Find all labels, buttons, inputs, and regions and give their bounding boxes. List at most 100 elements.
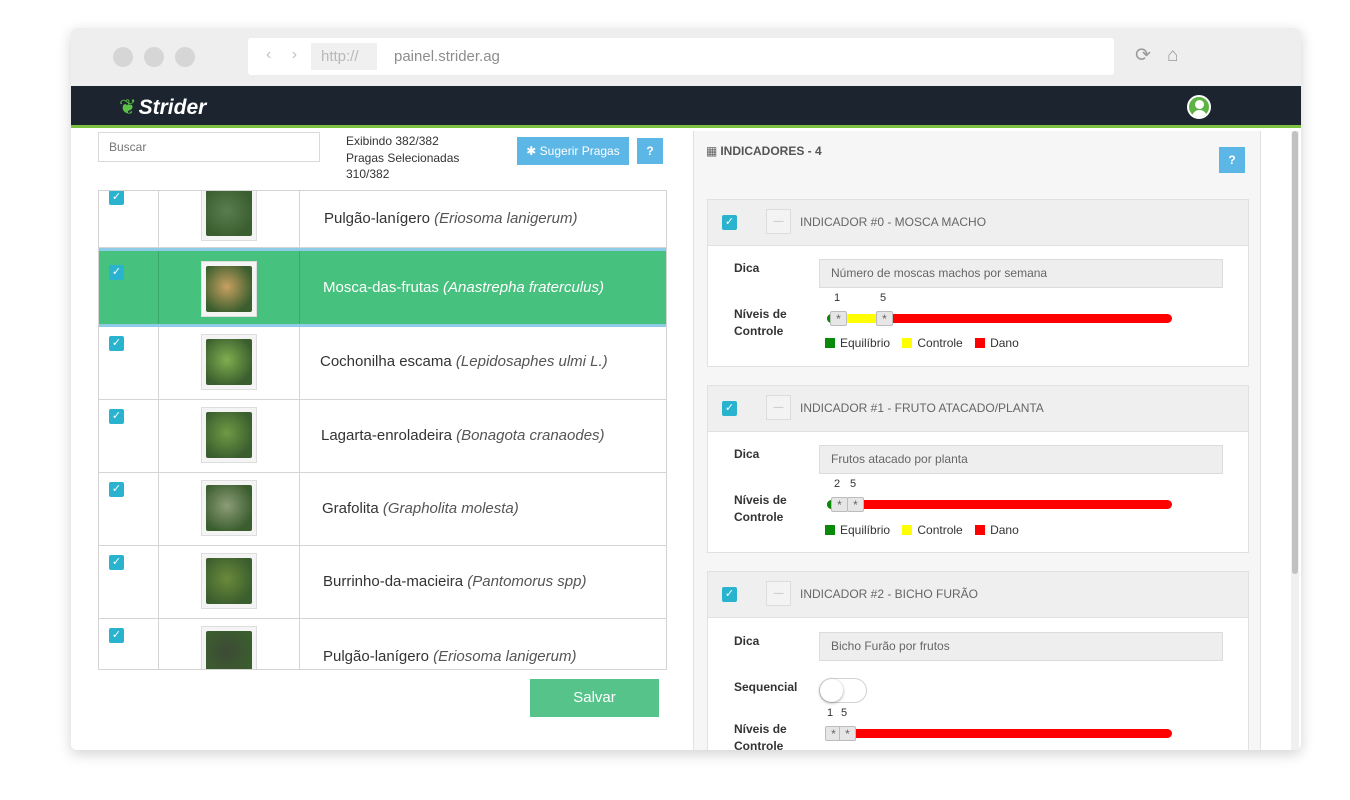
back-forward-icon[interactable]: ‹ › <box>266 46 305 64</box>
grid-icon: ▦ <box>706 144 718 158</box>
control-levels-slider[interactable]: * * 1 5 <box>827 292 1172 326</box>
app-header: ❦Strider <box>71 86 1301 128</box>
bug-icon: ✱ <box>526 144 537 158</box>
hint-label: Dica <box>734 261 760 275</box>
damage-range <box>825 729 1172 738</box>
pest-thumbnail <box>201 553 257 609</box>
slider-handle-min[interactable]: * <box>831 497 848 512</box>
indicator-checkbox[interactable]: ✓ <box>722 215 737 230</box>
damage-range <box>827 500 1172 509</box>
levels-label: Níveis de Controle <box>734 307 787 338</box>
hint-field[interactable]: Número de moscas machos por semana <box>819 259 1223 288</box>
indicator-checkbox[interactable]: ✓ <box>722 587 737 602</box>
table-row[interactable]: ✓ Lagarta-enroladeira (Bonagota cranaode… <box>99 400 666 473</box>
levels-legend: Equilíbrio Controle Dano <box>825 523 1028 537</box>
pest-name: Grafolita (Grapholita molesta) <box>322 500 519 517</box>
row-checkbox[interactable]: ✓ <box>109 191 124 205</box>
hint-label: Dica <box>734 447 760 461</box>
pest-thumbnail <box>201 480 257 536</box>
pest-name: Lagarta-enroladeira (Bonagota cranaodes) <box>321 427 605 444</box>
hint-field[interactable]: Frutos atacado por planta <box>819 445 1223 474</box>
levels-label: Níveis de Controle <box>734 493 787 524</box>
table-row-selected[interactable]: ✓ Mosca-das-frutas (Anastrepha fratercul… <box>99 248 666 327</box>
indicator-title: INDICADOR #2 - BICHO FURÃO <box>800 587 979 601</box>
reload-icon[interactable]: ⟳ <box>1135 46 1151 66</box>
min-level: 2 <box>834 478 841 490</box>
row-checkbox[interactable]: ✓ <box>109 628 124 643</box>
pest-name: Burrinho-da-macieira (Pantomorus spp) <box>323 573 587 590</box>
indicator-card: ✓ — INDICADOR #1 - FRUTO ATACADO/PLANTA … <box>707 385 1249 553</box>
url-protocol: http:// <box>311 43 377 70</box>
collapse-button[interactable]: — <box>766 581 791 606</box>
min-level: 1 <box>827 707 834 719</box>
sequential-label: Sequencial <box>734 680 798 694</box>
suggest-pests-label: Sugerir Pragas <box>539 144 620 158</box>
vertical-scrollbar[interactable] <box>1291 131 1299 750</box>
sequential-toggle[interactable] <box>819 678 867 703</box>
collapse-button[interactable]: — <box>766 209 791 234</box>
row-checkbox[interactable]: ✓ <box>109 265 124 280</box>
max-level: 5 <box>850 478 857 490</box>
indicators-title: INDICADORES - 4 <box>720 144 822 158</box>
table-row[interactable]: ✓ Pulgão-lanígero (Eriosoma lanigerum) <box>99 191 666 248</box>
slider-handle-max[interactable]: * <box>847 497 864 512</box>
max-level: 5 <box>880 292 887 304</box>
hint-label: Dica <box>734 634 760 648</box>
indicator-title: INDICADOR #0 - MOSCA MACHO <box>800 215 987 229</box>
window-minimize-dot[interactable] <box>144 47 164 67</box>
user-avatar[interactable] <box>1187 95 1211 119</box>
save-button[interactable]: Salvar <box>530 679 659 717</box>
row-checkbox[interactable]: ✓ <box>109 555 124 570</box>
min-level: 1 <box>834 292 841 304</box>
logo-text: Strider <box>138 96 207 119</box>
hint-field[interactable]: Bicho Furão por frutos <box>819 632 1223 661</box>
pests-table: ✓ Pulgão-lanígero (Eriosoma lanigerum) ✓… <box>98 190 667 670</box>
table-row[interactable]: ✓ Burrinho-da-macieira (Pantomorus spp) <box>99 546 666 619</box>
pest-name: Mosca-das-frutas (Anastrepha fraterculus… <box>323 279 604 296</box>
table-row[interactable]: ✓ Grafolita (Grapholita molesta) <box>99 473 666 546</box>
pest-thumbnail <box>201 626 257 669</box>
pest-thumbnail <box>201 191 257 241</box>
row-checkbox[interactable]: ✓ <box>109 336 124 351</box>
home-icon[interactable]: ⌂ <box>1167 46 1178 66</box>
suggest-pests-button[interactable]: ✱ Sugerir Pragas <box>517 137 629 165</box>
selected-label: Pragas Selecionadas <box>346 150 460 165</box>
pest-thumbnail <box>201 334 257 390</box>
window-close-dot[interactable] <box>113 47 133 67</box>
max-level: 5 <box>841 707 848 719</box>
control-levels-slider[interactable]: * * 1 5 <box>825 707 1172 741</box>
levels-legend: Equilíbrio Controle Dano <box>825 336 1028 350</box>
indicators-help-button[interactable]: ? <box>1219 147 1245 173</box>
slider-handle-max[interactable]: * <box>839 726 856 741</box>
pest-thumbnail <box>201 407 257 463</box>
control-levels-slider[interactable]: * * 2 5 <box>827 478 1172 512</box>
selected-count: 310/382 <box>346 167 390 181</box>
row-checkbox[interactable]: ✓ <box>109 482 124 497</box>
pest-name: Cochonilha escama (Lepidosaphes ulmi L.) <box>320 353 608 370</box>
indicators-panel: ▦ INDICADORES - 4 ? ✓ — INDICADOR #0 - MO… <box>693 131 1261 750</box>
showing-count: Exibindo 382/382 Pragas Selecionadas 310… <box>346 133 459 183</box>
pest-name: Pulgão-lanígero (Eriosoma lanigerum) <box>324 210 578 227</box>
address-bar[interactable]: ‹ › http:// painel.strider.ag <box>248 38 1114 75</box>
indicator-card: ✓ — INDICADOR #2 - BICHO FURÃO Dica Bich… <box>707 571 1249 750</box>
url-text[interactable]: painel.strider.ag <box>394 38 500 75</box>
help-button[interactable]: ? <box>637 138 663 164</box>
slider-handle-min[interactable]: * <box>830 311 847 326</box>
indicators-header: ▦ INDICADORES - 4 <box>706 144 822 158</box>
row-checkbox[interactable]: ✓ <box>109 409 124 424</box>
table-row[interactable]: ✓ Pulgão-lanígero (Eriosoma lanigerum) <box>99 619 666 669</box>
strider-logo[interactable]: ❦Strider <box>119 95 206 120</box>
table-row[interactable]: ✓ Cochonilha escama (Lepidosaphes ulmi L… <box>99 327 666 400</box>
indicator-checkbox[interactable]: ✓ <box>722 401 737 416</box>
search-input[interactable] <box>98 132 320 162</box>
collapse-button[interactable]: — <box>766 395 791 420</box>
pest-name: Pulgão-lanígero (Eriosoma lanigerum) <box>323 648 577 665</box>
slider-handle-max[interactable]: * <box>876 311 893 326</box>
indicator-card: ✓ — INDICADOR #0 - MOSCA MACHO Dica Núme… <box>707 199 1249 367</box>
browser-window: ‹ › http:// painel.strider.ag ⟳ ⌂ ❦Strid… <box>71 28 1301 750</box>
leaf-icon: ❦ <box>119 96 137 119</box>
scrollbar-thumb[interactable] <box>1292 131 1298 574</box>
window-maximize-dot[interactable] <box>175 47 195 67</box>
pests-panel: Exibindo 382/382 Pragas Selecionadas 310… <box>71 131 685 750</box>
levels-label: Níveis de Controle <box>734 722 787 750</box>
